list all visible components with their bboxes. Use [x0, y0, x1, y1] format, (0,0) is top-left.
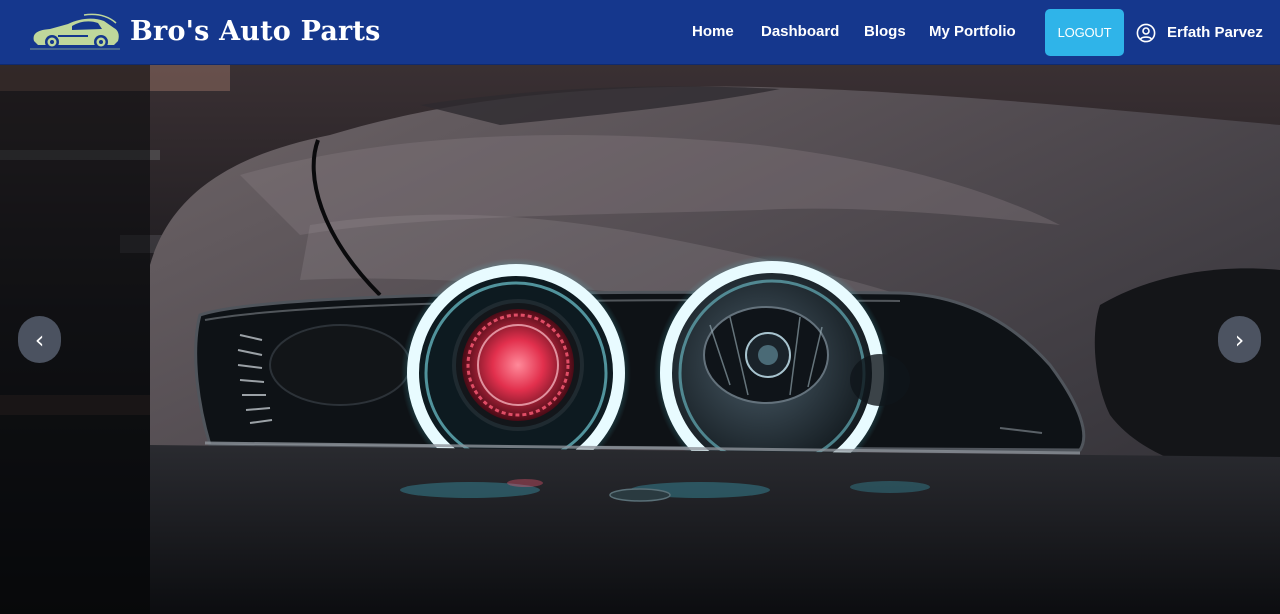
- brand[interactable]: Bro's Auto Parts: [28, 10, 380, 56]
- carousel-prev-button[interactable]: ‹: [18, 316, 61, 363]
- nav-home[interactable]: Home: [692, 23, 734, 40]
- chevron-left-icon: ‹: [34, 325, 45, 354]
- nav-portfolio[interactable]: My Portfolio: [929, 23, 1016, 40]
- chevron-right-icon: ›: [1234, 325, 1245, 354]
- car-headlight-photo: [0, 65, 1280, 614]
- car-logo-icon: [30, 13, 120, 50]
- user-name[interactable]: Erfath Parvez: [1167, 24, 1263, 41]
- hero-carousel: ‹ ›: [0, 65, 1280, 614]
- nav-blogs[interactable]: Blogs: [864, 23, 906, 40]
- brand-name: Bro's Auto Parts: [130, 16, 381, 47]
- nav-dashboard[interactable]: Dashboard: [761, 23, 839, 40]
- user-circle-icon[interactable]: [1136, 23, 1156, 43]
- logout-button[interactable]: LOGOUT: [1045, 9, 1124, 56]
- carousel-next-button[interactable]: ›: [1218, 316, 1261, 363]
- navbar: Bro's Auto Parts Home Dashboard Blogs My…: [0, 0, 1280, 65]
